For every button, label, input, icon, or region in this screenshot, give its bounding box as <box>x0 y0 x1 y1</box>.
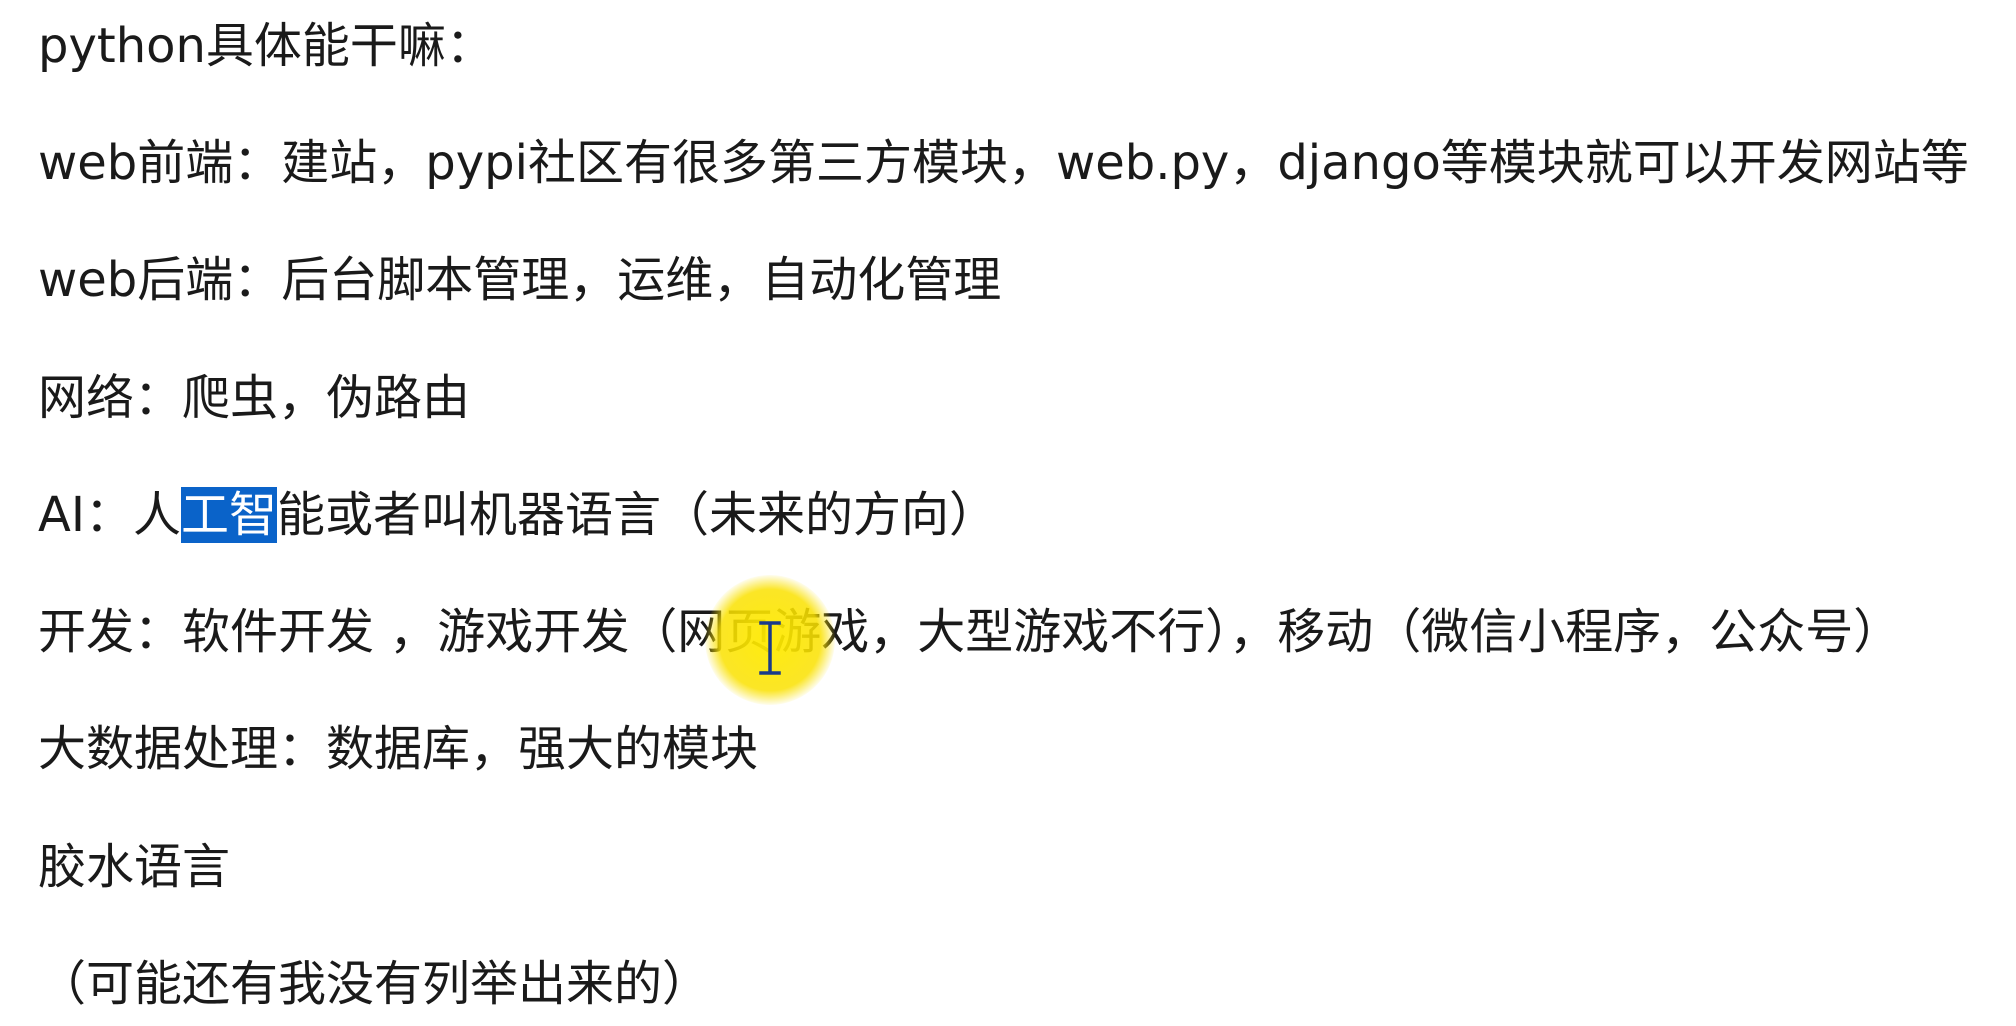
doc-line-glue-language: 胶水语言 <box>38 839 231 895</box>
doc-line-network: 网络：爬虫，伪路由 <box>38 370 471 426</box>
ai-line-before: AI：人 <box>38 487 181 543</box>
doc-line-development: 开发：软件开发 ，游戏开发（网页游戏，大型游戏不行），移动（微信小程序，公众号） <box>38 604 1902 660</box>
doc-line-note: （可能还有我没有列举出来的） <box>38 956 711 1012</box>
doc-line-web-frontend: web前端：建站，pypi社区有很多第三方模块，web.py，django等模块… <box>38 135 1969 191</box>
doc-line-ai: AI：人工智能或者叫机器语言（未来的方向） <box>38 485 997 545</box>
doc-line-big-data: 大数据处理：数据库，强大的模块 <box>38 721 759 777</box>
doc-line-web-backend: web后端：后台脚本管理，运维，自动化管理 <box>38 252 1002 308</box>
selected-text[interactable]: 工智 <box>181 487 278 543</box>
document-body[interactable]: python具体能干嘛： web前端：建站，pypi社区有很多第三方模块，web… <box>0 0 2016 1026</box>
doc-line-heading: python具体能干嘛： <box>38 18 494 74</box>
ai-line-after: 能或者叫机器语言（未来的方向） <box>277 487 998 543</box>
